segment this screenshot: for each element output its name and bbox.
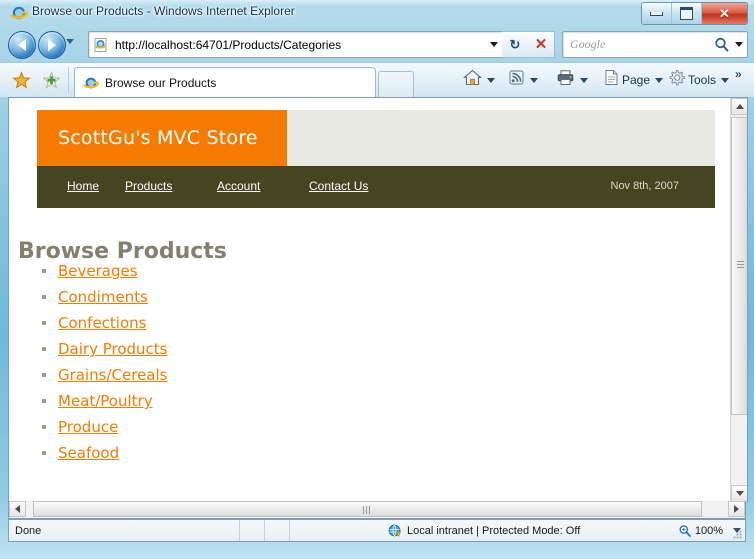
nav-date: Nov 8th, 2007 — [610, 180, 680, 192]
feeds-button[interactable] — [508, 70, 538, 90]
category-link-confections[interactable]: Confections — [58, 314, 146, 332]
security-zone[interactable]: Local intranet | Protected Mode: Off — [387, 520, 580, 541]
nav-link-products[interactable]: Products — [125, 179, 172, 193]
scroll-left-button[interactable] — [9, 501, 26, 517]
scroll-down-button[interactable] — [731, 485, 747, 502]
security-zone-text: Local intranet | Protected Mode: Off — [407, 524, 581, 537]
back-button[interactable] — [8, 31, 36, 59]
category-list: Beverages Condiments Confections Dairy P… — [22, 258, 168, 466]
vertical-scrollbar[interactable] — [730, 98, 747, 502]
home-icon — [463, 69, 482, 91]
page-viewport: ScottGu's MVC Store Home Products Accoun… — [8, 97, 748, 502]
toolbar-overflow-button[interactable]: » — [735, 67, 742, 81]
star-plus-icon[interactable] — [42, 71, 61, 90]
list-item: Dairy Products — [42, 336, 168, 362]
close-icon: ✕ — [534, 36, 548, 53]
internet-explorer-icon — [83, 75, 100, 91]
page-menu-button[interactable]: Page — [604, 69, 664, 91]
list-item: Produce — [42, 414, 168, 440]
page-icon — [604, 69, 619, 91]
feeds-icon — [508, 69, 525, 91]
internet-explorer-icon — [10, 4, 28, 22]
stop-button[interactable]: ✕ — [528, 31, 555, 58]
forward-button[interactable] — [38, 31, 66, 59]
history-dropdown-icon[interactable] — [66, 39, 74, 44]
category-link-produce[interactable]: Produce — [58, 418, 118, 436]
local-intranet-icon — [387, 523, 402, 538]
browser-window: Browse our Products - Windows Internet E… — [0, 0, 754, 559]
browser-tab[interactable]: Browse our Products — [74, 67, 376, 98]
vertical-scrollbar-thumb[interactable] — [731, 117, 747, 415]
search-icon[interactable] — [713, 36, 731, 54]
status-divider — [289, 520, 290, 541]
nav-link-home[interactable]: Home — [67, 179, 99, 193]
resize-grip-icon[interactable] — [731, 527, 743, 539]
address-bar[interactable]: http://localhost:64701/Products/Categori… — [88, 31, 504, 58]
address-input[interactable]: http://localhost:64701/Products/Categori… — [115, 38, 485, 52]
status-divider — [264, 520, 265, 541]
search-dropdown-icon[interactable] — [731, 42, 747, 47]
new-tab-button[interactable] — [378, 71, 414, 98]
list-item: Condiments — [42, 284, 168, 310]
nav-link-account[interactable]: Account — [217, 179, 260, 193]
chevron-down-icon[interactable] — [655, 77, 664, 83]
gear-icon — [668, 69, 685, 91]
scroll-up-button[interactable] — [731, 98, 747, 115]
tools-menu-button[interactable]: Tools — [668, 69, 730, 91]
category-link-dairy-products[interactable]: Dairy Products — [58, 340, 168, 358]
category-link-beverages[interactable]: Beverages — [58, 262, 138, 280]
zoom-level: 100% — [694, 524, 723, 537]
page-menu-label: Page — [622, 73, 651, 87]
page-icon — [93, 37, 109, 53]
scroll-right-button[interactable] — [728, 501, 745, 517]
star-icon[interactable] — [12, 71, 31, 90]
tab-label: Browse our Products — [105, 76, 217, 90]
status-bar: Done Local intranet | Protected Mode: Of… — [8, 519, 746, 542]
address-dropdown-icon[interactable] — [485, 32, 503, 57]
window-title: Browse our Products - Windows Internet E… — [32, 4, 295, 18]
search-box[interactable]: Google — [562, 31, 748, 58]
search-input[interactable]: Google — [570, 37, 713, 52]
chevron-down-icon[interactable] — [721, 77, 730, 83]
horizontal-scrollbar-thumb[interactable] — [33, 501, 702, 517]
site-logo-text: ScottGu's MVC Store — [58, 127, 258, 149]
zoom-icon — [678, 524, 692, 538]
scrollbar-grip-icon — [362, 506, 373, 514]
print-button[interactable] — [556, 70, 588, 90]
list-item: Seafood — [42, 440, 168, 466]
minimize-button[interactable] — [642, 3, 672, 24]
list-item: Grains/Cereals — [42, 362, 168, 388]
home-button[interactable] — [463, 69, 495, 91]
list-item: Confections — [42, 310, 168, 336]
refresh-icon: ↻ — [509, 37, 521, 52]
category-link-grains-cereals[interactable]: Grains/Cereals — [58, 366, 167, 384]
chevron-down-icon[interactable] — [530, 77, 538, 83]
list-item: Meat/Poultry — [42, 388, 168, 414]
category-link-condiments[interactable]: Condiments — [58, 288, 148, 306]
print-icon — [556, 69, 575, 91]
list-item: Beverages — [42, 258, 168, 284]
window-controls: ✕ — [641, 2, 748, 25]
navigation-bar: http://localhost:64701/Products/Categori… — [0, 28, 754, 60]
tools-menu-label: Tools — [688, 73, 717, 87]
site-navigation: Home Products Account Contact Us Nov 8th… — [37, 166, 715, 208]
status-divider — [239, 520, 240, 541]
title-bar: Browse our Products - Windows Internet E… — [0, 0, 754, 26]
scrollbar-grip-icon — [737, 261, 744, 271]
web-page: ScottGu's MVC Store Home Products Accoun… — [9, 98, 729, 502]
status-text: Done — [15, 524, 42, 537]
category-link-seafood[interactable]: Seafood — [58, 444, 119, 462]
nav-link-contact-us[interactable]: Contact Us — [309, 179, 368, 193]
close-button[interactable]: ✕ — [702, 3, 747, 24]
horizontal-scrollbar[interactable] — [8, 501, 746, 519]
chevron-down-icon[interactable] — [580, 77, 588, 83]
site-logo[interactable]: ScottGu's MVC Store — [37, 110, 287, 166]
toolbar-divider — [68, 67, 69, 93]
chevron-down-icon[interactable] — [487, 77, 495, 83]
command-bar: Browse our Products Page Tools » — [0, 62, 754, 98]
refresh-button[interactable]: ↻ — [502, 31, 529, 58]
category-link-meat-poultry[interactable]: Meat/Poultry — [58, 392, 153, 410]
maximize-button[interactable] — [672, 3, 702, 24]
site-banner: ScottGu's MVC Store — [37, 110, 715, 166]
